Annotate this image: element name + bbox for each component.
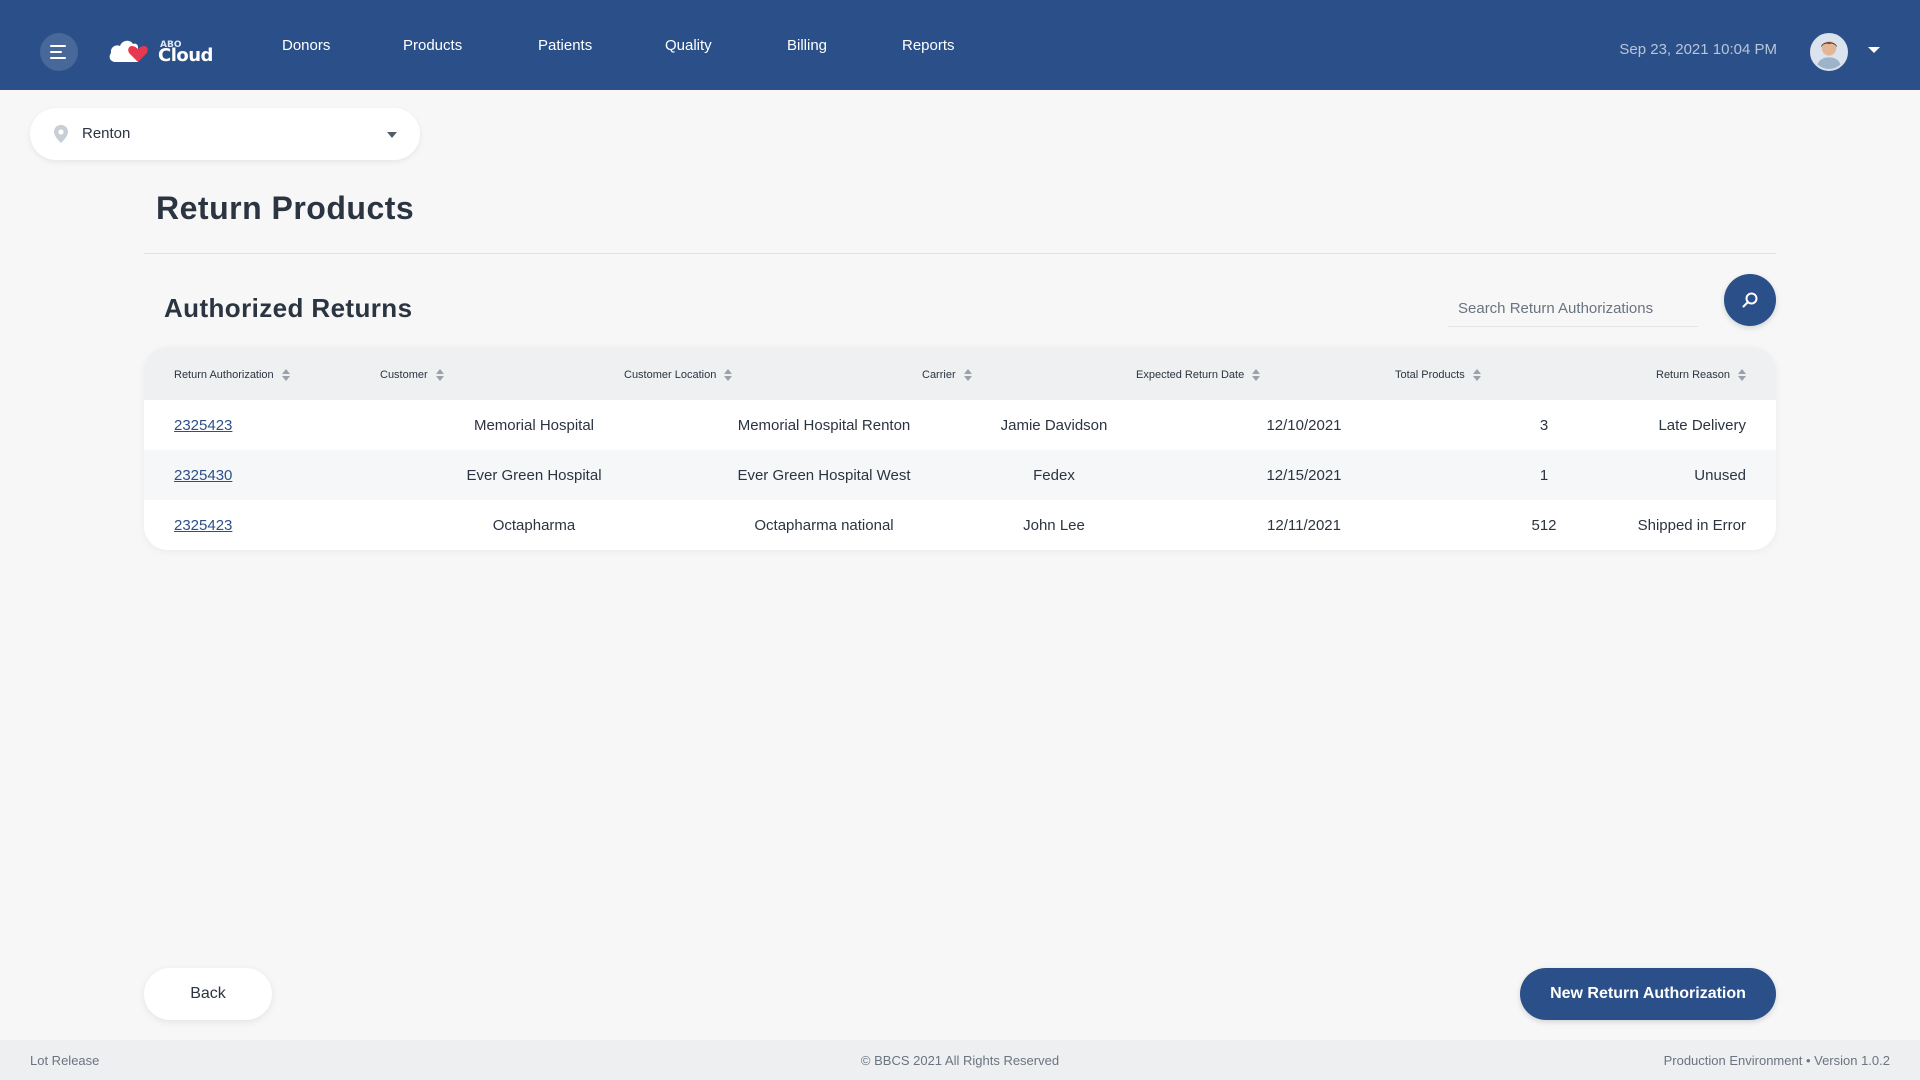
user-photo-icon (1812, 35, 1846, 69)
total-products-cell: 512 (1531, 517, 1557, 534)
top-navigation-bar: ABO Cloud Donors Products Patients Quali… (0, 0, 1920, 90)
search-button[interactable] (1724, 274, 1776, 326)
section-title: Authorized Returns (164, 293, 413, 323)
return-reason-cell: Late Delivery (1658, 417, 1746, 434)
sort-icon (963, 369, 972, 381)
return-reason-cell: Unused (1694, 467, 1746, 484)
carrier-cell: John Lee (1023, 517, 1085, 534)
authorized-returns-table: Return Authorization Customer Customer L… (144, 347, 1776, 550)
column-header-total-products[interactable]: Total Products (1395, 369, 1481, 381)
chevron-down-icon (387, 132, 397, 138)
new-return-authorization-button[interactable]: New Return Authorization (1520, 968, 1776, 1020)
location-value: Renton (82, 125, 131, 142)
expected-return-date-cell: 12/15/2021 (1266, 467, 1342, 484)
total-products-cell: 1 (1539, 467, 1549, 484)
nav-item-billing[interactable]: Billing (787, 37, 827, 54)
table-header: Return Authorization Customer Customer L… (144, 347, 1776, 400)
expected-return-date-cell: 12/10/2021 (1266, 417, 1342, 434)
abo-cloud-logo[interactable]: ABO Cloud (108, 32, 213, 66)
table-row[interactable]: 2325423 Octapharma Octapharma national J… (144, 500, 1776, 550)
sort-icon (1472, 369, 1481, 381)
sort-icon (1738, 369, 1746, 381)
title-divider (144, 253, 1776, 254)
customer-location-cell: Octapharma national (754, 517, 894, 534)
sort-icon (724, 369, 733, 381)
search-icon (1742, 292, 1758, 308)
search-input[interactable] (1448, 291, 1698, 327)
column-header-carrier[interactable]: Carrier (922, 369, 972, 381)
menu-icon (50, 45, 66, 59)
return-reason-cell: Shipped in Error (1637, 517, 1746, 534)
sort-icon (281, 369, 290, 381)
column-header-expected-return-date[interactable]: Expected Return Date (1136, 369, 1261, 381)
footer: Lot Release © BBCS 2021 All Rights Reser… (0, 1040, 1920, 1080)
table-row[interactable]: 2325430 Ever Green Hospital Ever Green H… (144, 450, 1776, 500)
footer-environment-version: Production Environment • Version 1.0.2 (1663, 1053, 1890, 1068)
customer-cell: Memorial Hospital (473, 417, 595, 434)
customer-cell: Ever Green Hospital (466, 467, 602, 484)
back-button[interactable]: Back (144, 968, 272, 1020)
customer-location-cell: Memorial Hospital Renton (737, 417, 911, 434)
location-pin-icon (54, 125, 68, 143)
return-authorization-link[interactable]: 2325430 (174, 467, 232, 484)
customer-location-cell: Ever Green Hospital West (737, 467, 911, 484)
expected-return-date-cell: 12/11/2021 (1267, 517, 1341, 534)
nav-item-patients[interactable]: Patients (538, 37, 592, 54)
carrier-cell: Fedex (1033, 467, 1075, 484)
sort-icon (1252, 369, 1261, 381)
column-header-customer[interactable]: Customer (380, 369, 444, 381)
table-row[interactable]: 2325423 Memorial Hospital Memorial Hospi… (144, 400, 1776, 450)
nav-item-reports[interactable]: Reports (902, 37, 955, 54)
user-menu-chevron-down-icon[interactable] (1868, 47, 1880, 53)
cloud-heart-logo-icon (109, 40, 148, 62)
nav-item-products[interactable]: Products (403, 37, 462, 54)
total-products-cell: 3 (1539, 417, 1549, 434)
nav-item-donors[interactable]: Donors (282, 37, 330, 54)
column-header-return-reason[interactable]: Return Reason (1656, 369, 1746, 381)
nav-item-quality[interactable]: Quality (665, 37, 712, 54)
hamburger-menu-button[interactable] (40, 33, 78, 71)
user-avatar[interactable] (1810, 33, 1848, 71)
carrier-cell: Jamie Davidson (1000, 417, 1108, 434)
footer-copyright: © BBCS 2021 All Rights Reserved (860, 1053, 1060, 1068)
column-header-return-authorization[interactable]: Return Authorization (174, 369, 290, 381)
column-header-customer-location[interactable]: Customer Location (624, 369, 733, 381)
page-title: Return Products (156, 190, 415, 226)
current-datetime: Sep 23, 2021 10:04 PM (1619, 41, 1777, 58)
customer-cell: Octapharma (492, 517, 576, 534)
sort-icon (435, 369, 444, 381)
logo-small-text: ABO (160, 40, 182, 50)
return-authorization-link[interactable]: 2325423 (174, 517, 232, 534)
location-selector[interactable]: Renton (30, 108, 420, 160)
return-authorization-link[interactable]: 2325423 (174, 417, 232, 434)
